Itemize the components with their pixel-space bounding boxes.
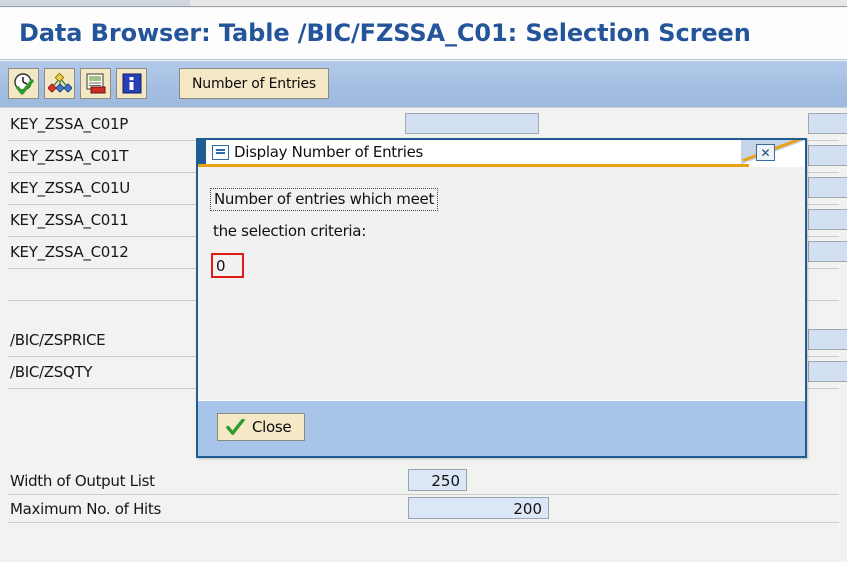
selection-row-label: KEY_ZSSA_C012: [10, 243, 129, 261]
parameter-row-width-of-output-list: Width of Output List 250: [0, 467, 847, 495]
number-of-entries-button[interactable]: Number of Entries: [179, 68, 329, 99]
page-title: Data Browser: Table /BIC/FZSSA_C01: Sele…: [19, 19, 751, 47]
parameter-row-maximum-no-of-hits: Maximum No. of Hits 200: [0, 495, 847, 523]
width-of-output-list-input[interactable]: 250: [408, 469, 467, 491]
selection-row-label: KEY_ZSSA_C01U: [10, 179, 130, 197]
close-icon[interactable]: ✕: [756, 144, 775, 161]
selection-row-label: /BIC/ZSQTY: [10, 363, 92, 381]
row-divider: [8, 522, 839, 523]
dialog-title: Display Number of Entries: [234, 143, 423, 161]
dialog-title-bar[interactable]: Display Number of Entries ✕: [198, 140, 805, 167]
table-settings-icon[interactable]: [80, 68, 111, 99]
dialog-title-underline: [198, 164, 749, 167]
selection-to-input[interactable]: [808, 177, 847, 198]
parameter-label: Width of Output List: [10, 472, 155, 490]
dialog-footer: Close: [198, 400, 805, 456]
selection-row-label: /BIC/ZSPRICE: [10, 331, 105, 349]
display-number-of-entries-dialog: Display Number of Entries ✕ Number of en…: [196, 138, 807, 458]
table-settings-icon-glyph: [84, 72, 108, 96]
dialog-title-left-cap: [198, 140, 206, 167]
window-arrow-icon: [212, 145, 229, 160]
toolbar-icon-group: [8, 68, 147, 99]
dialog-message-line-2: the selection criteria:: [213, 222, 366, 240]
maximum-no-of-hits-input[interactable]: 200: [408, 497, 549, 519]
info-icon-glyph: [120, 72, 144, 96]
execute-clock-icon-glyph: [12, 72, 36, 96]
entries-count-value: 0: [211, 253, 244, 278]
dialog-message-line-1: Number of entries which meet: [210, 188, 438, 211]
selection-to-input[interactable]: [808, 241, 847, 262]
selection-row-label: KEY_ZSSA_C011: [10, 211, 129, 229]
execute-clock-icon[interactable]: [8, 68, 39, 99]
application-toolbar: Number of Entries: [0, 61, 847, 108]
dialog-body: Number of entries which meet the selecti…: [198, 167, 805, 400]
multiple-selection-icon-glyph: [48, 72, 72, 96]
selection-to-input[interactable]: [808, 361, 847, 382]
window-system-strip: [0, 0, 847, 7]
parameter-label: Maximum No. of Hits: [10, 500, 161, 518]
selection-to-input[interactable]: [808, 113, 847, 134]
selection-to-input[interactable]: [808, 209, 847, 230]
selection-row: KEY_ZSSA_C01P: [0, 109, 847, 141]
multiple-selection-icon[interactable]: [44, 68, 75, 99]
selection-row-label: KEY_ZSSA_C01P: [10, 115, 128, 133]
info-icon[interactable]: [116, 68, 147, 99]
dialog-close-button[interactable]: Close: [217, 413, 305, 441]
green-check-icon: [226, 419, 245, 436]
page-title-bar: Data Browser: Table /BIC/FZSSA_C01: Sele…: [0, 8, 847, 60]
dialog-close-button-label: Close: [252, 418, 291, 436]
window-system-strip-segment: [0, 0, 190, 6]
selection-to-input[interactable]: [808, 145, 847, 166]
selection-to-input[interactable]: [808, 329, 847, 350]
selection-from-input[interactable]: [405, 113, 539, 134]
selection-row-label: KEY_ZSSA_C01T: [10, 147, 128, 165]
